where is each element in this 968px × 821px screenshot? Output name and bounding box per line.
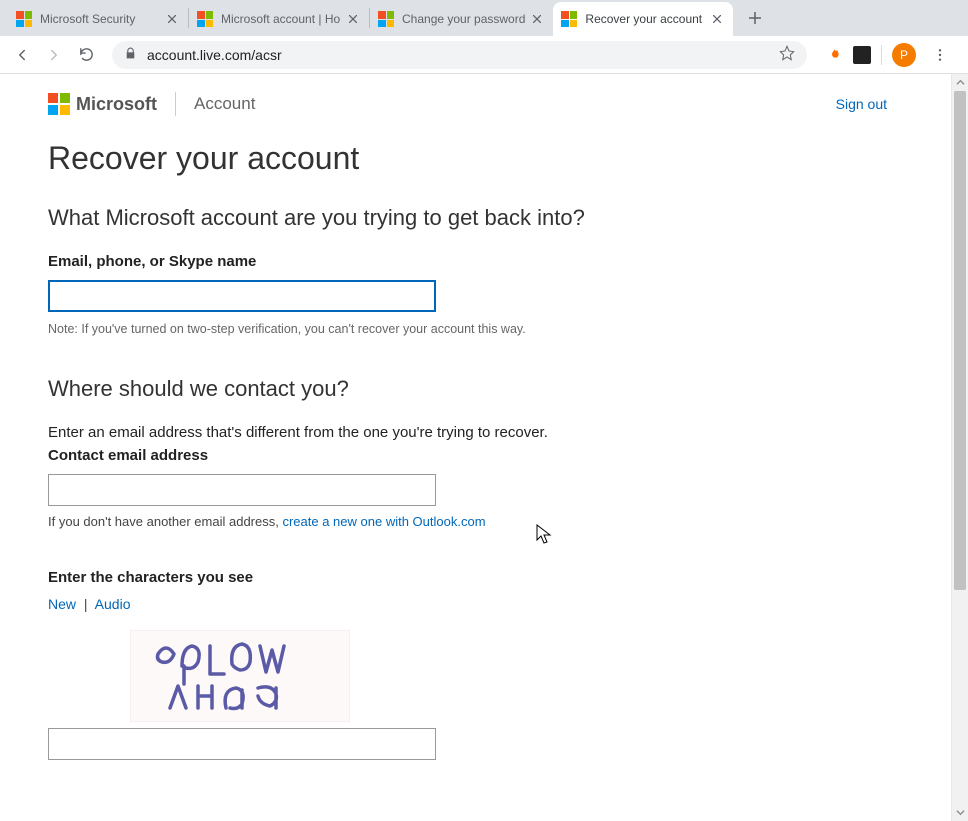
tab-close-icon[interactable] — [529, 11, 545, 27]
extension-flame-icon[interactable] — [825, 46, 843, 64]
address-bar-url: account.live.com/acsr — [147, 47, 779, 63]
site-header: Microsoft Account Sign out — [0, 74, 951, 124]
separator: | — [84, 596, 88, 612]
browser-toolbar: account.live.com/acsr P — [0, 36, 968, 74]
address-bar[interactable]: account.live.com/acsr — [112, 41, 807, 69]
section-identify-account: What Microsoft account are you trying to… — [48, 205, 903, 336]
tab-microsoft-account-home[interactable]: Microsoft account | Ho — [189, 2, 369, 36]
scroll-down-button[interactable] — [952, 804, 968, 821]
back-button[interactable] — [8, 41, 36, 69]
header-section: Account — [194, 94, 255, 114]
field-label-account: Email, phone, or Skype name — [48, 253, 903, 270]
page-title: Recover your account — [48, 140, 903, 177]
captcha-image — [130, 630, 350, 722]
captcha-input[interactable] — [48, 728, 436, 760]
tab-title: Microsoft Security — [40, 12, 160, 26]
ms-logo-icon — [48, 93, 70, 115]
new-tab-button[interactable] — [741, 4, 769, 32]
ms-logo-icon — [197, 11, 213, 27]
brand-text: Microsoft — [76, 94, 157, 115]
extensions-area: P — [819, 41, 960, 69]
ms-logo-icon — [378, 11, 394, 27]
question-1: What Microsoft account are you trying to… — [48, 205, 903, 231]
section-captcha: Enter the characters you see New | Audio — [48, 569, 903, 760]
scroll-track[interactable] — [952, 91, 968, 804]
ms-logo-icon — [16, 11, 32, 27]
account-input[interactable] — [48, 280, 436, 312]
tab-microsoft-security[interactable]: Microsoft Security — [8, 2, 188, 36]
tab-strip: Microsoft Security Microsoft account | H… — [0, 0, 968, 36]
sign-out-link[interactable]: Sign out — [836, 96, 887, 112]
forward-button[interactable] — [40, 41, 68, 69]
lock-icon — [124, 47, 137, 63]
captcha-new-link[interactable]: New — [48, 596, 76, 612]
page-viewport: Microsoft Account Sign out Recover your … — [0, 74, 968, 821]
scroll-thumb[interactable] — [954, 91, 966, 590]
captcha-audio-link[interactable]: Audio — [95, 596, 131, 612]
main-content: Recover your account What Microsoft acco… — [0, 124, 951, 776]
ms-logo-icon — [561, 11, 577, 27]
tab-title: Microsoft account | Ho — [221, 12, 341, 26]
tab-title: Change your password — [402, 12, 525, 26]
contact-subtext: Enter an email address that's different … — [48, 424, 903, 441]
question-2: Where should we contact you? — [48, 376, 903, 402]
kebab-menu-button[interactable] — [926, 41, 954, 69]
field-label-contact: Contact email address — [48, 447, 903, 464]
hint-text: If you don't have another email address, — [48, 514, 282, 529]
bookmark-star-icon[interactable] — [779, 45, 795, 64]
account-hint: Note: If you've turned on two-step verif… — [48, 322, 903, 336]
vertical-scrollbar[interactable] — [951, 74, 968, 821]
captcha-label: Enter the characters you see — [48, 569, 903, 586]
tab-close-icon[interactable] — [709, 11, 725, 27]
tab-change-password[interactable]: Change your password — [370, 2, 553, 36]
microsoft-logo[interactable]: Microsoft — [48, 93, 157, 115]
tab-close-icon[interactable] — [164, 11, 180, 27]
tab-title: Recover your account — [585, 12, 705, 26]
tab-recover-account[interactable]: Recover your account — [553, 2, 733, 36]
scroll-up-button[interactable] — [952, 74, 968, 91]
section-contact: Where should we contact you? Enter an em… — [48, 376, 903, 529]
create-outlook-link[interactable]: create a new one with Outlook.com — [282, 514, 485, 529]
extension-rect-icon[interactable] — [853, 46, 871, 64]
contact-email-input[interactable] — [48, 474, 436, 506]
captcha-controls: New | Audio — [48, 596, 903, 612]
separator — [881, 45, 882, 65]
tab-close-icon[interactable] — [345, 11, 361, 27]
divider — [175, 92, 176, 116]
profile-avatar[interactable]: P — [892, 43, 916, 67]
reload-button[interactable] — [72, 41, 100, 69]
contact-hint: If you don't have another email address,… — [48, 514, 903, 529]
